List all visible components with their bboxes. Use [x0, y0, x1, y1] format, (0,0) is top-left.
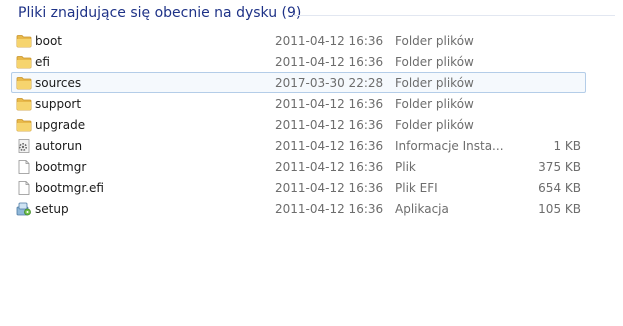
file-type: Folder plików [395, 34, 474, 48]
file-row-setup[interactable]: setup 2011-04-12 16:36 Aplikacja 105 KB [11, 198, 586, 219]
file-size: 654 KB [538, 181, 581, 195]
file-name: setup [35, 202, 69, 216]
file-name: support [35, 97, 82, 111]
file-row-upgrade[interactable]: upgrade 2011-04-12 16:36 Folder plików [11, 114, 586, 135]
file-date: 2011-04-12 16:36 [275, 97, 384, 111]
file-name: bootmgr.efi [35, 181, 104, 195]
file-date: 2011-04-12 16:36 [275, 34, 384, 48]
file-date: 2011-04-12 16:36 [275, 160, 384, 174]
file-size: 105 KB [538, 202, 581, 216]
file-type: Folder plików [395, 76, 474, 90]
file-type: Folder plików [395, 55, 474, 69]
file-row-bootmgr[interactable]: bootmgr 2011-04-12 16:36 Plik 375 KB [11, 156, 586, 177]
settings-file-icon [16, 139, 32, 153]
file-name: sources [35, 76, 82, 90]
group-header[interactable]: Pliki znajdujące się obecnie na dysku (9… [0, 0, 623, 30]
blank-file-icon [16, 181, 32, 195]
folder-icon [16, 76, 32, 90]
file-name: upgrade [35, 118, 86, 132]
file-type: Plik [395, 160, 416, 174]
file-type: Informacje Insta... [395, 139, 504, 153]
file-type: Plik EFI [395, 181, 438, 195]
file-row-bootmgr-efi[interactable]: bootmgr.efi 2011-04-12 16:36 Plik EFI 65… [11, 177, 586, 198]
setup-app-icon [16, 202, 32, 216]
file-name: efi [35, 55, 50, 69]
file-date: 2011-04-12 16:36 [275, 118, 384, 132]
file-date: 2011-04-12 16:36 [275, 181, 384, 195]
file-name: boot [35, 34, 63, 48]
blank-file-icon [16, 160, 32, 174]
file-date: 2017-03-30 22:28 [275, 76, 384, 90]
file-row-support[interactable]: support 2011-04-12 16:36 Folder plików [11, 93, 586, 114]
file-list: boot 2011-04-12 16:36 Folder plików efi … [11, 30, 586, 219]
file-size: 375 KB [538, 160, 581, 174]
file-type: Folder plików [395, 97, 474, 111]
file-row-sources[interactable]: sources 2017-03-30 22:28 Folder plików [11, 72, 586, 93]
file-name: autorun [35, 139, 83, 153]
folder-icon [16, 118, 32, 132]
file-row-efi[interactable]: efi 2011-04-12 16:36 Folder plików [11, 51, 586, 72]
group-title[interactable]: Pliki znajdujące się obecnie na dysku (9… [18, 5, 301, 21]
folder-icon [16, 97, 32, 111]
file-type: Folder plików [395, 118, 474, 132]
file-date: 2011-04-12 16:36 [275, 139, 384, 153]
folder-icon [16, 34, 32, 48]
folder-icon [16, 55, 32, 69]
file-row-autorun[interactable]: autorun 2011-04-12 16:36 Informacje Inst… [11, 135, 586, 156]
file-size: 1 KB [553, 139, 581, 153]
file-row-boot[interactable]: boot 2011-04-12 16:36 Folder plików [11, 30, 586, 51]
file-type: Aplikacja [395, 202, 449, 216]
file-date: 2011-04-12 16:36 [275, 202, 384, 216]
group-divider [293, 15, 615, 16]
file-date: 2011-04-12 16:36 [275, 55, 384, 69]
file-name: bootmgr [35, 160, 87, 174]
